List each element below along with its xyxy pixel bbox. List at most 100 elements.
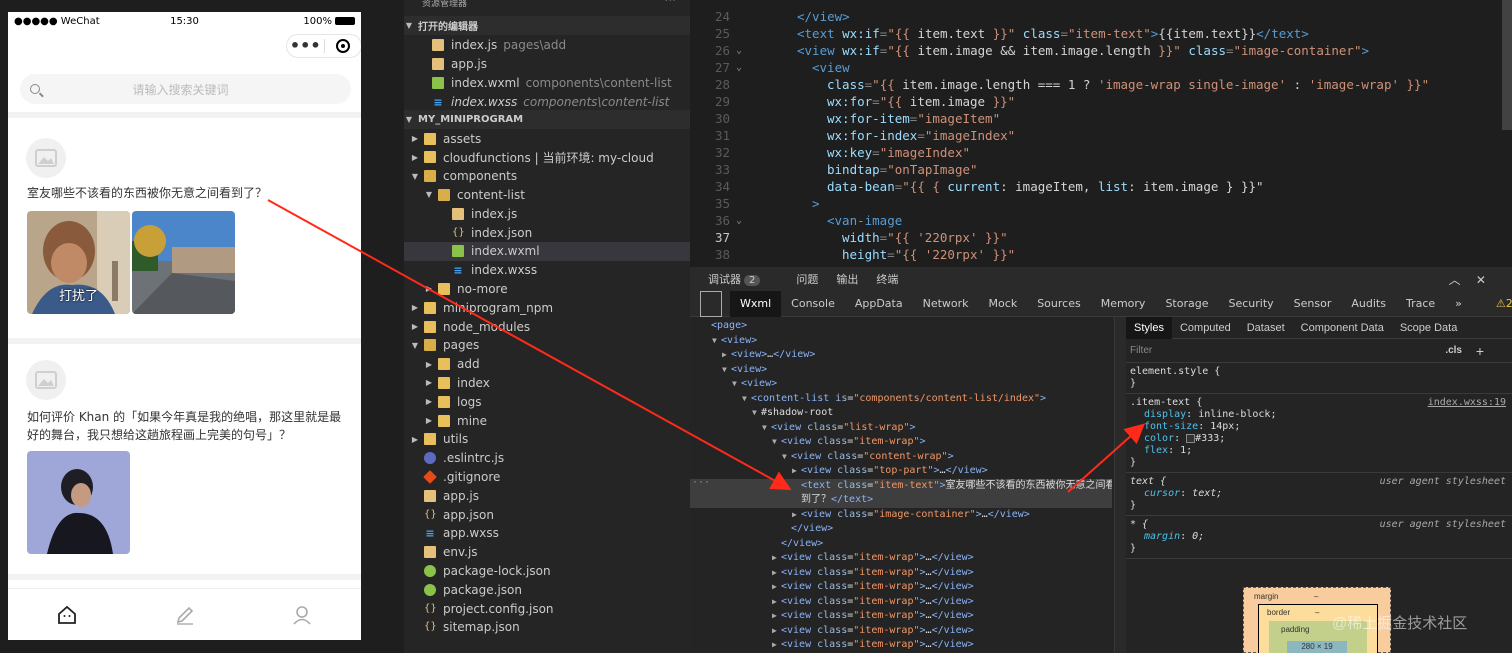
profile-tab[interactable] (243, 589, 361, 640)
panel-splitter[interactable] (1114, 317, 1126, 653)
tree-toggle-icon[interactable]: ▶ (772, 624, 781, 639)
tree-toggle-icon[interactable]: ▼ (712, 334, 721, 349)
folder-item[interactable]: ▶ no-more (404, 279, 690, 298)
styles-filter[interactable]: Filter .cls + (1126, 339, 1512, 363)
fold-chevron-icon[interactable]: ⌄ (736, 42, 742, 59)
fold-chevron-icon[interactable]: ⌄ (736, 212, 742, 229)
code-line[interactable]: 31 wx:for-index="imageIndex" (690, 127, 1512, 144)
wxml-node[interactable]: ▼ <view class="list-wrap"> (690, 421, 1112, 436)
file-item[interactable]: .gitignore (404, 467, 690, 486)
wxml-node[interactable]: <text class="item-text">室友哪些不该看的东西被你无意之间… (690, 478, 1112, 493)
file-item[interactable]: ≡ index.wxss (404, 261, 690, 280)
tree-toggle-icon[interactable]: ▶ (772, 595, 781, 610)
add-rule-icon[interactable]: + (1476, 343, 1484, 359)
code-line[interactable]: 25 <text wx:if="{{ item.text }}" class="i… (690, 25, 1512, 42)
devtools-tab-sensor[interactable]: Sensor (1284, 291, 1342, 317)
styles-tab[interactable]: Component Data (1293, 317, 1392, 339)
tree-toggle-icon[interactable]: ▶ (772, 566, 781, 581)
tree-toggle-icon[interactable]: ▶ (792, 464, 801, 479)
file-item[interactable]: ≡ app.wxss (404, 524, 690, 543)
devtools-tab-network[interactable]: Network (913, 291, 979, 317)
tree-toggle-icon[interactable]: ▶ (772, 609, 781, 624)
devtools-tab-audits[interactable]: Audits (1341, 291, 1396, 317)
wxml-node[interactable]: ▶ <view class="item-wrap">…</view> (690, 566, 1112, 581)
project-section[interactable]: ▼ MY_MINIPROGRAM (404, 110, 690, 129)
code-line[interactable]: 27 ⌄ <view (690, 59, 1512, 76)
wxml-node[interactable]: </view> (690, 537, 1112, 552)
file-item[interactable]: app.js (404, 486, 690, 505)
tree-toggle-icon[interactable]: ▼ (742, 392, 751, 407)
devtools-tab-wxml[interactable]: Wxml (730, 290, 782, 317)
file-item[interactable]: {} index.json (404, 223, 690, 242)
wxml-node[interactable]: ▶ <view class="item-wrap">…</view> (690, 609, 1112, 624)
tree-toggle-icon[interactable]: ▶ (772, 580, 781, 595)
feed-item[interactable]: 如何评价 Khan 的「如果今年真是我的绝唱，那这里就是最好的舞台，我只想给这趟… (8, 344, 361, 574)
close-program-icon[interactable] (325, 39, 362, 53)
warning-count[interactable]: ⚠2 (1486, 291, 1512, 317)
file-item[interactable]: package-lock.json (404, 561, 690, 580)
open-editors-section[interactable]: ▼ 打开的编辑器 (404, 16, 690, 35)
code-line[interactable]: 34 data-bean="{{ { current: imageItem, li… (690, 178, 1512, 195)
open-editor-item[interactable]: ≡ index.wxss components\content-list (404, 92, 690, 111)
wxml-node[interactable]: ▶ <view>…</view> (690, 348, 1112, 363)
folder-item[interactable]: ▶ node_modules (404, 317, 690, 336)
code-line[interactable]: 35 > (690, 195, 1512, 212)
wxml-node[interactable]: ▼ <view> (690, 377, 1112, 392)
tree-toggle-icon[interactable]: ▼ (732, 377, 741, 392)
code-line[interactable]: 37 width="{{ '220rpx' }}" (690, 229, 1512, 246)
wxml-node[interactable]: ▼ <content-list is="components/content-li… (690, 392, 1112, 407)
css-declaration[interactable]: color: #333; (1130, 433, 1508, 445)
wxml-node[interactable]: ▼ <view> (690, 334, 1112, 349)
file-item[interactable]: .eslintrc.js (404, 449, 690, 468)
wxml-node[interactable]: </view> (690, 522, 1112, 537)
wxml-node[interactable]: ▶ <view class="image-container">…</view> (690, 508, 1112, 523)
inspect-element-icon[interactable] (700, 290, 722, 317)
folder-item[interactable]: ▼ pages (404, 336, 690, 355)
debugger-tab[interactable]: 调试器 2 (708, 271, 778, 287)
devtools-tab-mock[interactable]: Mock (979, 291, 1028, 317)
tree-toggle-icon[interactable]: ▶ (772, 638, 781, 653)
tree-toggle-icon[interactable]: ▼ (752, 406, 761, 421)
folder-item[interactable]: ▶ cloudfunctions | 当前环境: my-cloud (404, 148, 690, 167)
code-line[interactable]: 30 wx:for-item="imageItem" (690, 110, 1512, 127)
debugger-tab[interactable]: 问题 (796, 271, 818, 287)
devtools-tab-trace[interactable]: Trace (1396, 291, 1445, 317)
tree-toggle-icon[interactable]: ▼ (722, 363, 731, 378)
wxml-node[interactable]: ▼ <view class="item-wrap"> (690, 435, 1112, 450)
more-actions-icon[interactable]: ··· (665, 0, 676, 6)
search-bar[interactable]: 请输入搜索关键词 (20, 74, 351, 104)
file-item[interactable]: {} project.config.json (404, 599, 690, 618)
devtools-tab-memory[interactable]: Memory (1091, 291, 1156, 317)
folder-item[interactable]: ▼ components (404, 167, 690, 186)
devtools-tab-storage[interactable]: Storage (1155, 291, 1218, 317)
styles-tab[interactable]: Scope Data (1392, 317, 1465, 339)
tree-toggle-icon[interactable]: ▶ (772, 551, 781, 566)
file-item[interactable]: package.json (404, 580, 690, 599)
tree-toggle-icon[interactable]: ▼ (762, 421, 771, 436)
color-swatch-icon[interactable] (1186, 433, 1196, 443)
feed-item[interactable]: 室友哪些不该看的东西被你无意之间看到了？ 打扰了 (8, 118, 361, 340)
code-line[interactable]: 24 </view> (690, 8, 1512, 25)
css-declaration[interactable]: display: inline-block; (1130, 409, 1508, 421)
tree-toggle-icon[interactable]: ▶ (722, 348, 731, 363)
file-item[interactable]: index.wxml (404, 241, 690, 261)
debugger-tab[interactable]: 终端 (876, 271, 898, 287)
wxml-node[interactable]: ▶ <view class="top-part">…</view> (690, 464, 1112, 479)
wxml-node[interactable]: ▶ <view class="item-wrap">…</view> (690, 624, 1112, 639)
devtools-tab-appdata[interactable]: AppData (845, 291, 913, 317)
folder-item[interactable]: ▼ content-list (404, 185, 690, 204)
folder-item[interactable]: ▶ miniprogram_npm (404, 298, 690, 317)
code-line[interactable]: 38 height="{{ '220rpx' }}" (690, 246, 1512, 263)
folder-item[interactable]: ▶ utils (404, 430, 690, 449)
folder-item[interactable]: ▶ index (404, 373, 690, 392)
panel-controls[interactable]: ︿ ✕ (1449, 271, 1486, 288)
code-line[interactable]: 29 wx:for="{{ item.image }}" (690, 93, 1512, 110)
debugger-tab[interactable]: 输出 (836, 271, 858, 287)
tree-toggle-icon[interactable]: ▼ (772, 435, 781, 450)
file-item[interactable]: {} app.json (404, 505, 690, 524)
editor-scrollbar[interactable] (1502, 0, 1512, 130)
wxml-node[interactable]: 到了？</text> (690, 493, 1112, 508)
folder-item[interactable]: ▶ add (404, 355, 690, 374)
wxml-node[interactable]: ▼ <view class="content-wrap"> (690, 450, 1112, 465)
open-editor-item[interactable]: index.wxml components\content-list (404, 73, 690, 92)
